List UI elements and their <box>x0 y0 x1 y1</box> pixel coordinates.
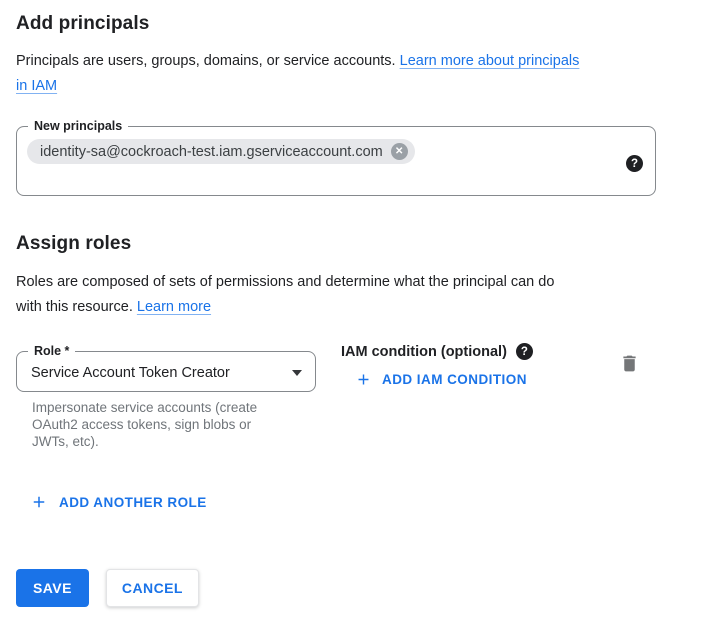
learn-more-principals-line1: Learn more about principals <box>400 53 580 69</box>
role-helper-text: Impersonate service accounts (create OAu… <box>32 399 287 450</box>
principal-chip-value: identity-sa@cockroach-test.iam.gservicea… <box>40 144 383 160</box>
chevron-down-icon <box>292 370 302 376</box>
learn-more-roles-link[interactable]: Learn more <box>137 299 211 315</box>
dialog-actions: SAVE CANCEL <box>16 569 199 607</box>
iam-condition-label-row: IAM condition (optional) ? <box>341 343 533 360</box>
delete-role-button[interactable] <box>619 353 640 374</box>
role-select[interactable]: Role * Service Account Token Creator <box>16 344 316 392</box>
plus-icon <box>30 493 48 511</box>
role-selected-value: Service Account Token Creator <box>31 365 230 381</box>
add-principals-panel: Add principals Principals are users, gro… <box>0 0 713 629</box>
trash-icon <box>619 353 640 374</box>
help-icon[interactable]: ? <box>626 155 643 172</box>
roles-description-line2: with this resource. <box>16 299 137 315</box>
iam-condition-section: IAM condition (optional) ? ADD IAM CONDI… <box>341 343 533 388</box>
principals-description: Principals are users, groups, domains, o… <box>16 49 686 99</box>
add-iam-condition-label: ADD IAM CONDITION <box>382 372 527 387</box>
save-button[interactable]: SAVE <box>16 569 89 607</box>
new-principals-label: New principals <box>28 119 128 134</box>
help-icon[interactable]: ? <box>516 343 533 360</box>
iam-condition-label: IAM condition (optional) <box>341 344 507 360</box>
add-another-role-button[interactable]: ADD ANOTHER ROLE <box>30 493 207 511</box>
learn-more-principals-line2: in IAM <box>16 78 57 94</box>
add-another-role-label: ADD ANOTHER ROLE <box>59 495 207 510</box>
new-principals-field[interactable]: New principals identity-sa@cockroach-tes… <box>16 119 656 196</box>
role-label: Role * <box>28 344 75 359</box>
chip-remove-icon[interactable]: ✕ <box>391 143 408 160</box>
role-value-row: Service Account Token Creator <box>17 361 315 385</box>
roles-description: Roles are composed of sets of permission… <box>16 270 686 320</box>
roles-description-line1: Roles are composed of sets of permission… <box>16 274 554 290</box>
add-iam-condition-button[interactable]: ADD IAM CONDITION <box>355 371 527 388</box>
page-title: Add principals <box>16 13 149 35</box>
plus-icon <box>355 371 372 388</box>
principals-description-text: Principals are users, groups, domains, o… <box>16 53 400 69</box>
assign-roles-title: Assign roles <box>16 233 131 255</box>
cancel-button[interactable]: CANCEL <box>106 569 199 607</box>
principal-chip[interactable]: identity-sa@cockroach-test.iam.gservicea… <box>27 139 415 164</box>
